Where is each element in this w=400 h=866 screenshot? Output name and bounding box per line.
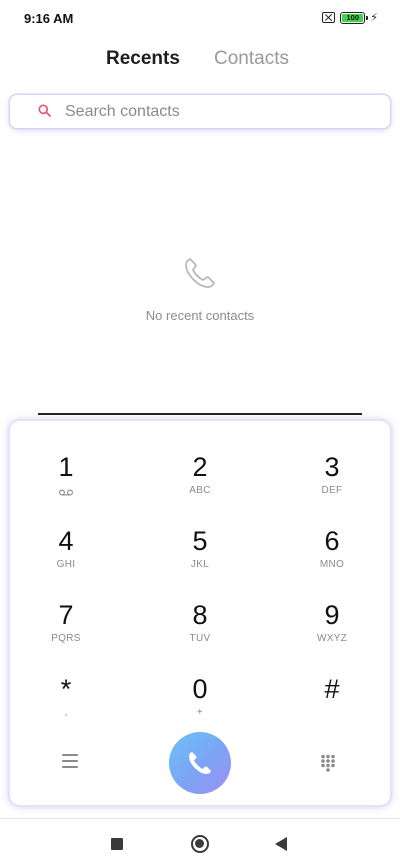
tab-recents[interactable]: Recents — [106, 48, 180, 70]
key-letters: PQRS — [51, 633, 81, 644]
search-icon — [38, 104, 51, 117]
dialpad-key-hash[interactable]: # — [272, 673, 392, 735]
dialpad-key-8[interactable]: 8 TUV — [140, 599, 260, 661]
dialpad-key-star[interactable]: * , — [6, 673, 126, 735]
search-box[interactable] — [10, 95, 390, 128]
key-digit: # — [324, 674, 340, 704]
battery-icon: 100 — [340, 11, 369, 24]
status-bar: 9:16 AM 100 ⚡ — [0, 0, 400, 36]
key-letters: + — [196, 707, 204, 718]
key-digit: 0 — [192, 674, 208, 704]
sim-off-icon — [322, 12, 336, 23]
dialpad-key-6[interactable]: 6 MNO — [272, 525, 392, 587]
recent-apps-icon[interactable] — [111, 838, 123, 850]
key-digit: 5 — [192, 526, 208, 556]
search-input[interactable] — [65, 95, 375, 128]
empty-state: No recent contacts — [0, 250, 400, 323]
charging-bolt-icon: ⚡ — [370, 12, 378, 24]
key-digit: 4 — [58, 526, 74, 556]
tab-bar: Recents Contacts — [0, 46, 400, 76]
key-letters: MNO — [319, 559, 345, 570]
home-icon[interactable] — [191, 835, 209, 853]
key-digit: 6 — [324, 526, 340, 556]
key-letters: GHI — [56, 559, 76, 570]
dialpad-top-divider — [38, 413, 362, 415]
dialpad-key-7[interactable]: 7 PQRS — [6, 599, 126, 661]
tab-contacts[interactable]: Contacts — [214, 48, 289, 70]
key-letters: ABC — [189, 485, 211, 496]
back-icon[interactable] — [275, 837, 287, 851]
dialpad-key-0[interactable]: 0 + — [140, 673, 260, 735]
empty-recents-message: No recent contacts — [145, 308, 255, 323]
dialpad-key-1[interactable]: 1 — [6, 451, 126, 513]
key-digit: * — [60, 674, 72, 704]
status-icons: 100 ⚡ — [322, 11, 378, 24]
dialpad-key-5[interactable]: 5 JKL — [140, 525, 260, 587]
key-digit: 1 — [58, 452, 74, 482]
key-digit: 8 — [192, 600, 208, 630]
call-button[interactable] — [169, 732, 231, 794]
dialpad-toggle-icon[interactable] — [320, 754, 336, 772]
key-digit: 3 — [324, 452, 340, 482]
key-letters: DEF — [321, 485, 343, 496]
dialpad-key-4[interactable]: 4 GHI — [6, 525, 126, 587]
key-letters: , — [64, 707, 68, 718]
dialpad-key-2[interactable]: 2 ABC — [140, 451, 260, 513]
dialpad-key-9[interactable]: 9 WXYZ — [272, 599, 392, 661]
dialpad: 1 2 ABC 3 DEF 4 GHI 5 JKL 6 MNO 7 PQRS 8… — [10, 421, 390, 805]
voicemail-icon — [59, 489, 73, 496]
system-nav-bar — [0, 818, 400, 866]
phone-icon — [189, 752, 211, 774]
phone-outline-icon — [185, 258, 215, 288]
key-digit: 2 — [192, 452, 208, 482]
key-digit: 7 — [58, 600, 74, 630]
key-letters: TUV — [189, 633, 211, 644]
dialpad-key-3[interactable]: 3 DEF — [272, 451, 392, 513]
key-letters: WXYZ — [316, 633, 348, 644]
menu-icon[interactable] — [62, 754, 78, 768]
key-letters: JKL — [190, 559, 210, 570]
battery-level: 100 — [342, 13, 364, 22]
status-time: 9:16 AM — [24, 11, 74, 26]
key-digit: 9 — [324, 600, 340, 630]
